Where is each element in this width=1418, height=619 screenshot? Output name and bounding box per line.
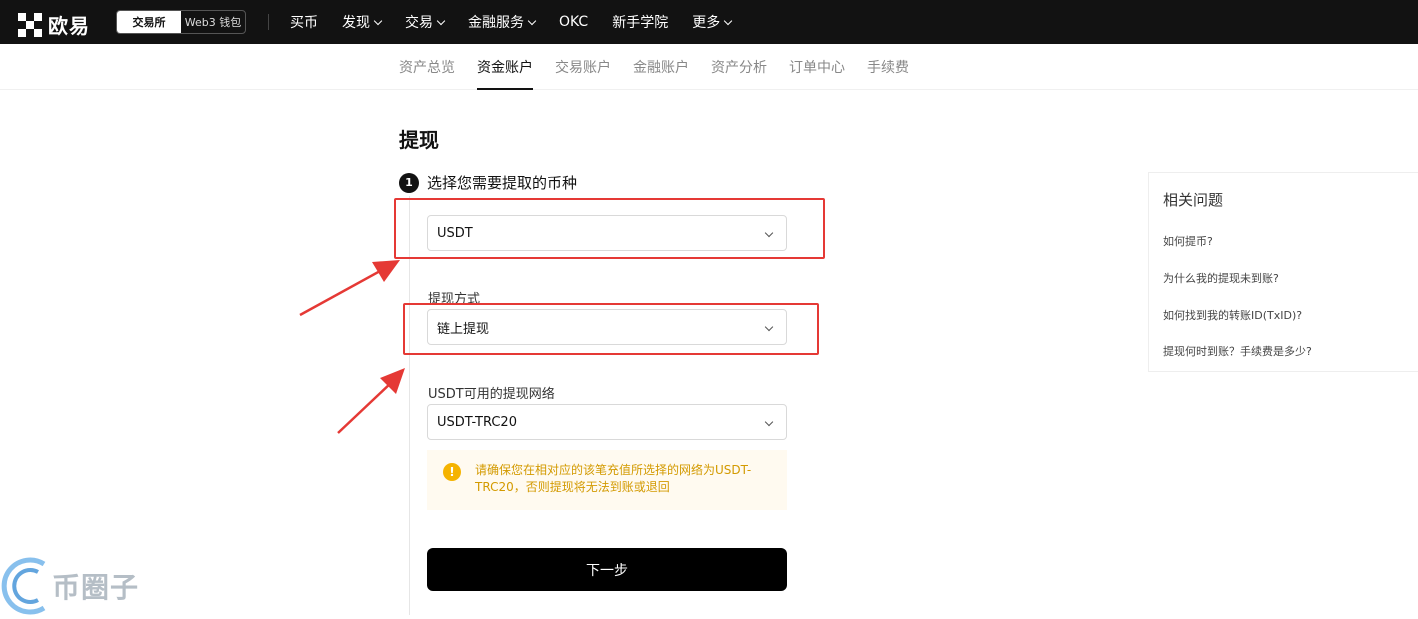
nav-finance[interactable]: 金融服务 xyxy=(468,12,537,32)
nav-label: 更多 xyxy=(692,15,721,31)
nav-divider xyxy=(268,14,269,30)
tab-funding-account[interactable]: 资金账户 xyxy=(477,44,533,90)
tab-fees[interactable]: 手续费 xyxy=(867,44,909,90)
tab-trading-account[interactable]: 交易账户 xyxy=(555,44,611,90)
network-warning: ! 请确保您在相对应的该笔充值所选择的网络为USDT-TRC20，否则提现将无法… xyxy=(427,450,787,510)
faq-title: 相关问题 xyxy=(1163,191,1224,209)
tab-asset-analysis[interactable]: 资产分析 xyxy=(711,44,767,90)
network-label: USDT可用的提现网络 xyxy=(428,387,555,402)
faq-link[interactable]: 如何找到我的转账ID(TxID)? xyxy=(1163,307,1302,323)
top-navigation-bar: 欧易 交易所 Web3 钱包 买币 发现 交易 金融服务 OKC 新手学院 更多 xyxy=(0,0,1418,44)
warning-text: 请确保您在相对应的该笔充值所选择的网络为USDT-TRC20，否则提现将无法到账… xyxy=(475,463,752,494)
step-header: 1 选择您需要提取的币种 xyxy=(399,172,577,193)
watermark-logo-icon xyxy=(1,557,46,615)
nav-okc[interactable]: OKC xyxy=(559,14,588,30)
nav-more[interactable]: 更多 xyxy=(692,12,733,32)
nav-label: 交易 xyxy=(405,15,433,31)
main-nav: 买币 发现 交易 金融服务 OKC 新手学院 更多 xyxy=(290,0,755,44)
nav-trade[interactable]: 交易 xyxy=(405,12,446,32)
faq-link[interactable]: 提现何时到账？手续费是多少? xyxy=(1163,343,1312,359)
tab-finance-account[interactable]: 金融账户 xyxy=(633,44,689,90)
tab-order-center[interactable]: 订单中心 xyxy=(789,44,845,90)
platform-switch: 交易所 Web3 钱包 xyxy=(116,10,246,34)
related-questions-panel: 相关问题 如何提币? 为什么我的提现未到账? 如何找到我的转账ID(TxID)?… xyxy=(1148,172,1418,372)
nav-label: 买币 xyxy=(290,15,318,31)
step-label: 选择您需要提取的币种 xyxy=(427,174,578,192)
okx-logo-icon xyxy=(18,12,42,37)
chevron-down-icon xyxy=(436,16,446,25)
tab-asset-overview[interactable]: 资产总览 xyxy=(399,44,455,90)
logo-text: 欧易 xyxy=(48,14,90,38)
okx-logo[interactable]: 欧易 xyxy=(18,10,90,39)
chevron-down-icon xyxy=(527,16,537,25)
step-number-badge: 1 xyxy=(399,172,419,193)
nav-buy-crypto[interactable]: 买币 xyxy=(290,12,318,32)
next-step-button[interactable]: 下一步 xyxy=(427,548,787,591)
watermark-text: 币圈子 xyxy=(52,571,140,604)
nav-academy[interactable]: 新手学院 xyxy=(612,12,668,32)
network-select[interactable]: USDT-TRC20 xyxy=(427,404,787,440)
arrow-coin xyxy=(299,260,400,317)
network-select-value: USDT-TRC20 xyxy=(437,414,517,430)
page-title: 提现 xyxy=(399,128,439,152)
annotation-box-method xyxy=(403,303,819,355)
nav-label: 新手学院 xyxy=(612,15,669,31)
nav-label: OKC xyxy=(559,14,589,30)
annotation-box-coin xyxy=(394,198,825,259)
nav-discover[interactable]: 发现 xyxy=(342,12,383,32)
chevron-down-icon xyxy=(764,417,774,427)
switch-web3-wallet[interactable]: Web3 钱包 xyxy=(181,11,245,33)
watermark: 币圈子 xyxy=(0,556,160,615)
switch-exchange[interactable]: 交易所 xyxy=(117,11,181,33)
chevron-down-icon xyxy=(723,16,733,25)
arrow-method xyxy=(337,368,405,434)
nav-label: 金融服务 xyxy=(468,15,524,31)
chevron-down-icon xyxy=(373,16,383,25)
warning-icon: ! xyxy=(443,463,461,481)
faq-link[interactable]: 为什么我的提现未到账? xyxy=(1163,270,1279,286)
faq-link[interactable]: 如何提币? xyxy=(1163,233,1213,249)
nav-label: 发现 xyxy=(342,15,370,31)
account-subnav: 资产总览 资金账户 交易账户 金融账户 资产分析 订单中心 手续费 xyxy=(0,44,1418,90)
